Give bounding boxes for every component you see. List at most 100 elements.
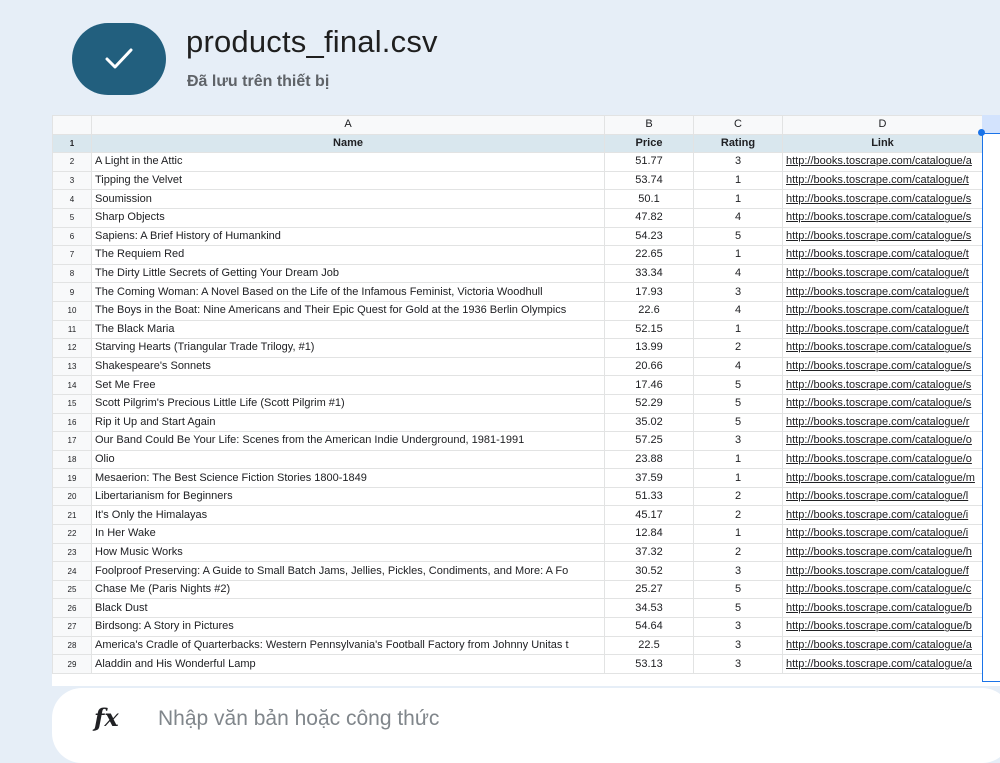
link-cell[interactable]: http://books.toscrape.com/catalogue/t [782,300,983,321]
name-cell[interactable]: Tipping the Velvet [91,170,605,191]
name-cell[interactable]: Chase Me (Paris Nights #2) [91,579,605,600]
price-cell[interactable]: 47.82 [604,207,694,228]
rating-cell[interactable]: 2 [693,542,783,563]
row-number[interactable]: 16 [52,412,92,433]
rating-cell[interactable]: 3 [693,654,783,674]
name-cell[interactable]: Libertarianism for Beginners [91,486,605,507]
link-cell[interactable]: http://books.toscrape.com/catalogue/s [782,393,983,414]
price-cell[interactable]: 52.15 [604,319,694,340]
row-number[interactable]: 24 [52,561,92,581]
link-cell[interactable]: http://books.toscrape.com/catalogue/l [782,486,983,507]
link-cell[interactable]: http://books.toscrape.com/catalogue/b [782,598,983,619]
name-cell[interactable]: America's Cradle of Quarterbacks: Wester… [91,635,605,656]
column-header-a[interactable]: A [91,115,605,135]
name-cell[interactable]: The Dirty Little Secrets of Getting Your… [91,263,605,284]
row-number[interactable]: 28 [52,635,92,656]
name-cell[interactable]: A Light in the Attic [91,152,605,172]
row-number[interactable]: 21 [52,505,92,526]
row-number[interactable]: 5 [52,207,92,228]
header-cell-name[interactable]: Name [91,133,605,154]
link-cell[interactable]: http://books.toscrape.com/catalogue/a [782,152,983,172]
row-number[interactable]: 10 [52,300,92,321]
price-cell[interactable]: 45.17 [604,505,694,526]
select-all-corner[interactable] [52,115,92,135]
price-cell[interactable]: 51.77 [604,152,694,172]
row-number[interactable]: 26 [52,598,92,619]
link-cell[interactable]: http://books.toscrape.com/catalogue/s [782,189,983,209]
link-cell[interactable]: http://books.toscrape.com/catalogue/m [782,468,983,488]
rating-cell[interactable]: 4 [693,356,783,377]
price-cell[interactable]: 37.32 [604,542,694,563]
name-cell[interactable]: Starving Hearts (Triangular Trade Trilog… [91,338,605,358]
rating-cell[interactable]: 3 [693,635,783,656]
link-cell[interactable]: http://books.toscrape.com/catalogue/t [782,245,983,265]
link-cell[interactable]: http://books.toscrape.com/catalogue/a [782,654,983,674]
row-number[interactable]: 29 [52,654,92,674]
price-cell[interactable]: 34.53 [604,598,694,619]
link-cell[interactable]: http://books.toscrape.com/catalogue/a [782,635,983,656]
name-cell[interactable]: The Black Maria [91,319,605,340]
column-header-c[interactable]: C [693,115,783,135]
name-cell[interactable]: Mesaerion: The Best Science Fiction Stor… [91,468,605,488]
row-number[interactable]: 20 [52,486,92,507]
name-cell[interactable]: The Coming Woman: A Novel Based on the L… [91,282,605,302]
price-cell[interactable]: 13.99 [604,338,694,358]
link-cell[interactable]: http://books.toscrape.com/catalogue/r [782,412,983,433]
name-cell[interactable]: Rip it Up and Start Again [91,412,605,433]
rating-cell[interactable]: 2 [693,338,783,358]
price-cell[interactable]: 50.1 [604,189,694,209]
rating-cell[interactable]: 3 [693,152,783,172]
rating-cell[interactable]: 5 [693,226,783,247]
name-cell[interactable]: It's Only the Himalayas [91,505,605,526]
rating-cell[interactable]: 1 [693,170,783,191]
link-cell[interactable]: http://books.toscrape.com/catalogue/s [782,375,983,395]
price-cell[interactable]: 23.88 [604,449,694,470]
name-cell[interactable]: Olio [91,449,605,470]
rating-cell[interactable]: 3 [693,617,783,637]
row-number[interactable]: 27 [52,617,92,637]
price-cell[interactable]: 17.46 [604,375,694,395]
rating-cell[interactable]: 1 [693,524,783,544]
row-number[interactable]: 3 [52,170,92,191]
price-cell[interactable]: 57.25 [604,431,694,451]
header-cell-rating[interactable]: Rating [693,133,783,154]
selection-handle[interactable] [978,129,985,136]
price-cell[interactable]: 54.64 [604,617,694,637]
row-number[interactable]: 11 [52,319,92,340]
link-cell[interactable]: http://books.toscrape.com/catalogue/o [782,449,983,470]
link-cell[interactable]: http://books.toscrape.com/catalogue/c [782,579,983,600]
rating-cell[interactable]: 5 [693,393,783,414]
link-cell[interactable]: http://books.toscrape.com/catalogue/i [782,505,983,526]
name-cell[interactable]: In Her Wake [91,524,605,544]
rating-cell[interactable]: 2 [693,505,783,526]
name-cell[interactable]: Sharp Objects [91,207,605,228]
column-header-b[interactable]: B [604,115,694,135]
price-cell[interactable]: 33.34 [604,263,694,284]
row-number[interactable]: 22 [52,524,92,544]
row-number[interactable]: 6 [52,226,92,247]
price-cell[interactable]: 53.13 [604,654,694,674]
price-cell[interactable]: 53.74 [604,170,694,191]
row-number[interactable]: 18 [52,449,92,470]
header-cell-link[interactable]: Link [782,133,983,154]
link-cell[interactable]: http://books.toscrape.com/catalogue/i [782,524,983,544]
row-number[interactable]: 8 [52,263,92,284]
price-cell[interactable]: 37.59 [604,468,694,488]
price-cell[interactable]: 51.33 [604,486,694,507]
rating-cell[interactable]: 5 [693,579,783,600]
spreadsheet-grid[interactable]: A B C D 1 Name Price Rating Link 2A Ligh… [52,115,1000,686]
formula-input[interactable]: Nhập văn bản hoặc công thức [158,707,439,731]
row-number[interactable]: 15 [52,393,92,414]
row-number[interactable]: 2 [52,152,92,172]
saved-check-button[interactable] [72,23,166,95]
selected-cell-range[interactable] [982,133,1000,682]
name-cell[interactable]: Sapiens: A Brief History of Humankind [91,226,605,247]
name-cell[interactable]: Aladdin and His Wonderful Lamp [91,654,605,674]
row-number[interactable]: 14 [52,375,92,395]
rating-cell[interactable]: 3 [693,561,783,581]
link-cell[interactable]: http://books.toscrape.com/catalogue/h [782,542,983,563]
rating-cell[interactable]: 1 [693,468,783,488]
link-cell[interactable]: http://books.toscrape.com/catalogue/b [782,617,983,637]
price-cell[interactable]: 12.84 [604,524,694,544]
rating-cell[interactable]: 4 [693,300,783,321]
